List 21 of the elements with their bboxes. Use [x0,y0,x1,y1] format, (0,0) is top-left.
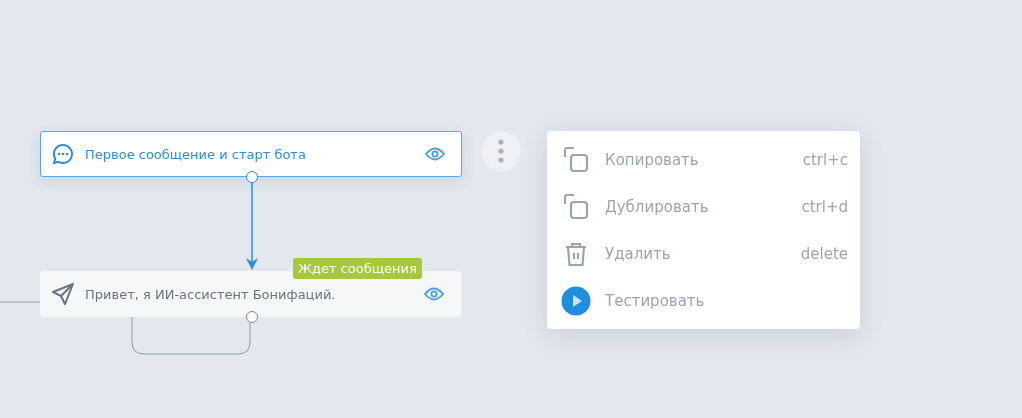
paper-plane-icon [51,282,75,306]
connector-line [0,301,41,303]
menu-item[interactable]: Копировать ctrl+c [561,136,848,183]
copy-icon [561,191,591,222]
copy-icon [561,144,591,175]
node-title: Первое сообщение и старт бота [85,146,307,162]
menu-item[interactable]: Удалить delete [561,230,848,277]
menu-item[interactable]: Тестировать [561,277,848,324]
shortcut-label: ctrl+d [801,197,848,216]
eye-icon[interactable] [425,147,445,161]
eye-icon[interactable] [424,287,444,301]
more-icon [498,139,504,163]
shortcut-label: delete [800,244,848,263]
menu-item[interactable]: Дублировать ctrl+d [561,183,848,230]
node-title: Привет, я ИИ-ассистент Бонифаций. [85,286,337,302]
status-badge: Ждет сообщения [293,258,422,279]
more-button[interactable] [481,131,521,171]
play-icon [561,285,591,316]
shortcut-label: ctrl+c [802,150,848,169]
node-card[interactable]: Первое сообщение и старт бота [40,131,462,177]
chat-bubble-icon [51,142,75,166]
